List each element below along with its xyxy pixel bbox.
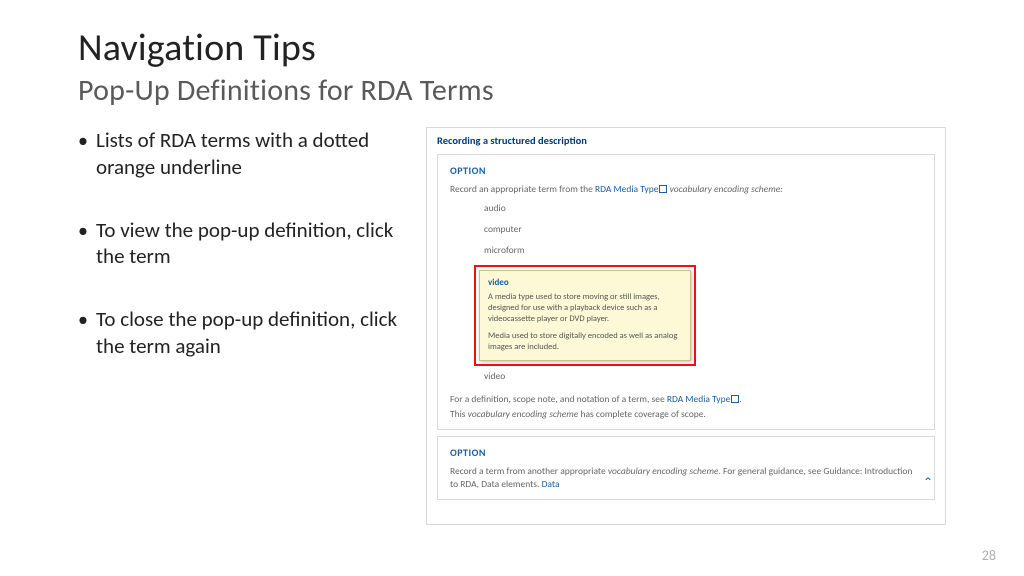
option-text: Record a term from another appropriate v…	[450, 465, 922, 492]
rda-media-type-link[interactable]: RDA Media Type	[667, 393, 730, 405]
slide-content: Lists of RDA terms with a dotted orange …	[78, 127, 946, 525]
bullet-item: To view the pop-up definition, click the…	[78, 217, 408, 271]
external-link-icon	[731, 395, 739, 403]
chevron-up-icon[interactable]: ⌃	[923, 475, 933, 490]
rda-term[interactable]: microform	[484, 244, 922, 256]
text: Record an appropriate term from the	[450, 183, 595, 195]
popup-term: video	[488, 277, 682, 288]
rda-term[interactable]: audio	[484, 202, 922, 214]
popup-highlight: video A media type used to store moving …	[474, 265, 696, 366]
popup-para: Media used to store digitally encoded as…	[488, 331, 682, 353]
rda-term[interactable]: video	[484, 370, 922, 382]
option-intro: Record an appropriate term from the RDA …	[450, 183, 922, 196]
text-italic: vocabulary encoding scheme	[608, 465, 719, 477]
slide-subtitle: Pop-Up Definitions for RDA Terms	[78, 72, 946, 109]
rda-media-type-link[interactable]: RDA Media Type	[595, 183, 658, 195]
data-link[interactable]: Data	[542, 478, 560, 490]
slide-title: Navigation Tips	[78, 28, 946, 70]
text-italic: vocabulary encoding scheme	[468, 408, 579, 420]
text-italic: vocabulary encoding scheme:	[670, 183, 783, 195]
text: Record a term from another appropriate	[450, 465, 608, 477]
option-box-1: OPTION Record an appropriate term from t…	[437, 154, 935, 430]
option-footer: For a definition, scope note, and notati…	[450, 392, 922, 406]
rda-term[interactable]: computer	[484, 223, 922, 235]
option-box-2: OPTION Record a term from another approp…	[437, 436, 935, 501]
section-heading: Recording a structured description	[427, 134, 945, 151]
popup-para: A media type used to store moving or sti…	[488, 292, 682, 325]
bullet-item: To close the pop-up definition, click th…	[78, 306, 408, 360]
text: This	[450, 408, 468, 420]
bullets-pane: Lists of RDA terms with a dotted orange …	[78, 127, 408, 525]
option-label: OPTION	[450, 164, 922, 177]
embedded-screenshot: Recording a structured description OPTIO…	[426, 127, 946, 525]
external-link-icon	[659, 185, 667, 193]
popup-body: A media type used to store moving or sti…	[488, 292, 682, 353]
text: For a definition, scope note, and notati…	[450, 393, 667, 405]
option-label: OPTION	[450, 446, 922, 459]
text: has complete coverage of scope.	[578, 408, 706, 420]
option-footer: This vocabulary encoding scheme has comp…	[450, 407, 922, 421]
definition-popup: video A media type used to store moving …	[479, 270, 691, 361]
page-number: 28	[982, 547, 996, 564]
slide: Navigation Tips Pop-Up Definitions for R…	[0, 0, 1024, 545]
bullet-item: Lists of RDA terms with a dotted orange …	[78, 127, 408, 181]
term-list: audio computer microform	[484, 202, 922, 256]
